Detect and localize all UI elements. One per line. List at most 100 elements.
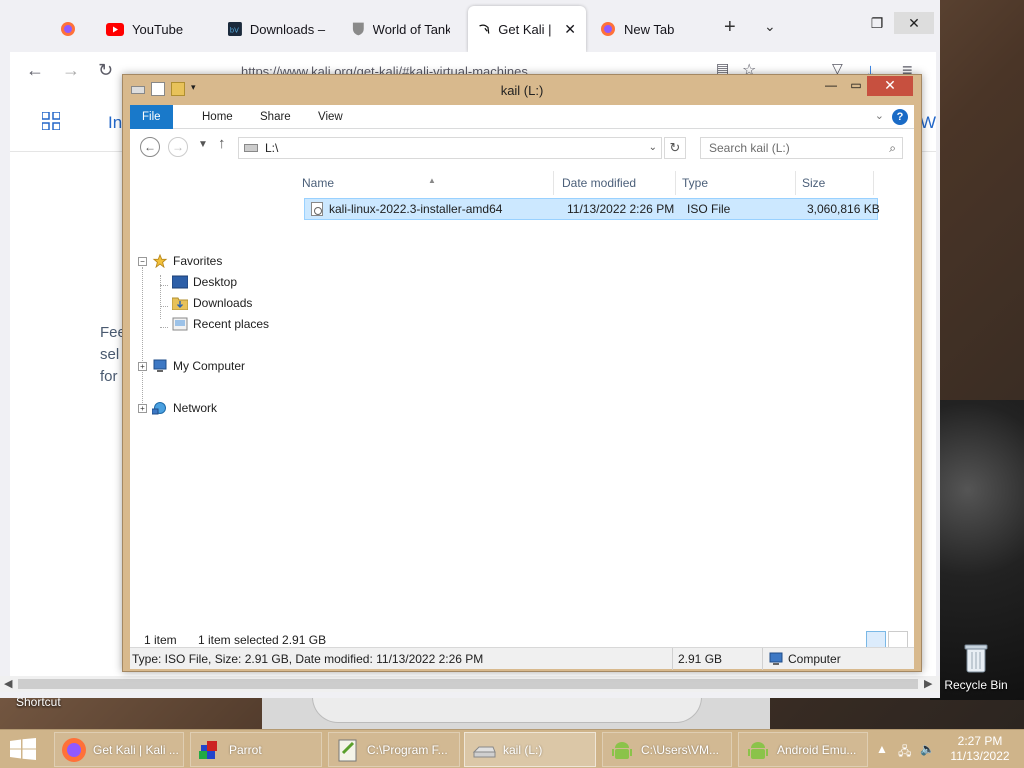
- tab-firefox[interactable]: [50, 6, 94, 52]
- start-button[interactable]: [0, 730, 48, 768]
- nav-favorites[interactable]: − Favorites: [138, 251, 222, 271]
- ff-restore-icon[interactable]: ❐: [862, 12, 892, 34]
- taskbar: Get Kali | Kali ... Parrot C:\Program F.…: [0, 729, 1024, 768]
- details-info: Type: ISO File, Size: 2.91 GB, Date modi…: [132, 652, 484, 666]
- ff-close-icon[interactable]: ✕: [894, 12, 934, 34]
- reload-icon[interactable]: ↻: [98, 60, 113, 81]
- downloads-folder-icon: [172, 297, 188, 310]
- search-placeholder: Search kail (L:): [709, 141, 790, 155]
- address-row: ← → ▼ ↑ L:\ ⌄ ↻ Search kail (L:) ⌕: [130, 129, 914, 165]
- column-header-size[interactable]: Size: [798, 171, 874, 195]
- minimize-icon[interactable]: —: [819, 76, 843, 96]
- taskbar-item-firefox[interactable]: Get Kali | Kali ...: [54, 732, 184, 767]
- recycle-bin[interactable]: Recycle Bin: [940, 642, 1012, 692]
- network-icon: [152, 402, 166, 415]
- back-arrow-icon[interactable]: ←: [26, 60, 44, 81]
- up-arrow-icon[interactable]: ↑: [218, 135, 226, 152]
- details-bar: Type: ISO File, Size: 2.91 GB, Date modi…: [130, 647, 914, 670]
- ribbon: File Home Share View ⌄ ?: [130, 105, 914, 129]
- taskbar-item-parrot[interactable]: Parrot: [190, 732, 322, 767]
- help-icon[interactable]: ?: [892, 109, 908, 125]
- tab-view[interactable]: View: [306, 105, 355, 129]
- address-dropdown-icon[interactable]: ⌄: [649, 138, 657, 158]
- tab-get-kali[interactable]: Get Kali | Kal ✕: [468, 6, 586, 52]
- taskbar-item-explorer[interactable]: kail (L:): [464, 732, 596, 767]
- ribbon-expand-chevron-icon[interactable]: ⌄: [875, 109, 884, 122]
- refresh-icon[interactable]: ↻: [664, 137, 686, 159]
- tab-downloads[interactable]: bV Downloads – B: [218, 6, 336, 52]
- new-tab-plus-icon[interactable]: +: [724, 16, 736, 39]
- site-nav-partial-right[interactable]: W: [920, 112, 936, 134]
- youtube-icon: [106, 22, 124, 36]
- back-circle-icon[interactable]: ←: [140, 137, 160, 157]
- navigation-pane: − Favorites Desktop Downloads Recent pla…: [130, 165, 298, 629]
- forward-circle-icon[interactable]: →: [168, 137, 188, 157]
- explorer-window: ▾ kail (L:) — ▭ ✕ File Home Share View ⌄…: [122, 74, 922, 672]
- tray-overflow-icon[interactable]: ▲: [876, 742, 888, 756]
- tab-world-of-tanks[interactable]: World of Tanks: [342, 6, 460, 52]
- svg-text:bV: bV: [230, 26, 239, 34]
- taskbar-item-cmd-android[interactable]: C:\Users\VM...: [602, 732, 732, 767]
- sort-up-icon: ▲: [428, 176, 436, 185]
- address-path: L:\: [265, 141, 279, 155]
- drive-icon: [244, 144, 258, 152]
- tab-new-tab[interactable]: New Tab: [590, 6, 710, 52]
- expand-icon[interactable]: +: [138, 403, 147, 413]
- explorer-body: − Favorites Desktop Downloads Recent pla…: [130, 165, 914, 629]
- explorer-titlebar[interactable]: ▾ kail (L:) — ▭ ✕: [123, 75, 921, 105]
- page-text-line: sel: [100, 346, 120, 363]
- volume-icon[interactable]: 🔈: [920, 742, 935, 756]
- collapse-icon[interactable]: −: [138, 256, 147, 266]
- firefox-icon: [61, 22, 75, 36]
- recent-places-icon: [172, 317, 188, 331]
- star-icon: [152, 254, 168, 268]
- tab-home[interactable]: Home: [190, 105, 245, 129]
- column-header-date[interactable]: Date modified: [558, 171, 676, 195]
- recent-locations-dropdown-icon[interactable]: ▼: [198, 139, 208, 150]
- network-tray-icon[interactable]: 🖧: [898, 742, 911, 763]
- clock-time: 2:27 PM: [957, 734, 1003, 748]
- address-bar[interactable]: L:\ ⌄: [238, 137, 662, 159]
- forward-arrow-icon[interactable]: →: [62, 60, 80, 81]
- item-count: 1 item: [144, 633, 177, 647]
- grid-menu-icon[interactable]: [42, 112, 60, 130]
- tab-share[interactable]: Share: [248, 105, 303, 129]
- maximize-icon[interactable]: ▭: [845, 76, 867, 96]
- taskbar-item-notepadpp[interactable]: C:\Program F...: [328, 732, 460, 767]
- nav-desktop[interactable]: Desktop: [172, 272, 237, 292]
- search-icon[interactable]: ⌕: [889, 138, 896, 158]
- scroll-thumb[interactable]: [18, 679, 918, 689]
- close-tab-icon[interactable]: ✕: [564, 21, 576, 38]
- clock[interactable]: 2:27 PM 11/13/2022: [940, 734, 1020, 764]
- blackview-icon: bV: [228, 22, 242, 36]
- recycle-bin-icon: [964, 644, 988, 673]
- column-header-type[interactable]: Type: [678, 171, 796, 195]
- file-list: Name ▲ Date modified Type Size kali-linu…: [298, 165, 914, 629]
- nav-recent-places[interactable]: Recent places: [172, 314, 269, 334]
- taskbar-item-android-emulator[interactable]: Android Emu...: [738, 732, 868, 767]
- page-text-line: for: [100, 368, 118, 385]
- computer-icon: [769, 652, 783, 665]
- horizontal-scrollbar[interactable]: ◀ ▶: [0, 676, 940, 692]
- nav-my-computer[interactable]: + My Computer: [138, 356, 245, 376]
- tab-youtube[interactable]: YouTube: [96, 6, 216, 52]
- site-nav-partial[interactable]: In: [108, 112, 122, 134]
- tab-strip: YouTube bV Downloads – B World of Tanks …: [0, 6, 940, 52]
- firefox-icon: [601, 22, 615, 36]
- nav-downloads[interactable]: Downloads: [172, 293, 252, 313]
- expand-icon[interactable]: +: [138, 361, 147, 371]
- details-location: Computer: [788, 652, 841, 666]
- notepadpp-icon: [338, 739, 357, 761]
- table-row[interactable]: kali-linux-2022.3-installer-amd64 11/13/…: [304, 198, 880, 220]
- computer-icon: [153, 359, 167, 372]
- wallpaper-device-area: [262, 697, 770, 731]
- tab-file[interactable]: File: [130, 105, 173, 129]
- list-tabs-chevron-icon[interactable]: ⌄: [764, 18, 776, 35]
- wot-shield-icon: [352, 22, 364, 36]
- close-window-icon[interactable]: ✕: [867, 76, 913, 96]
- search-input[interactable]: Search kail (L:) ⌕: [700, 137, 903, 159]
- nav-network[interactable]: + Network: [138, 398, 217, 418]
- scroll-left-icon[interactable]: ◀: [4, 676, 12, 692]
- scroll-right-icon[interactable]: ▶: [924, 676, 932, 692]
- column-header-name[interactable]: Name ▲: [298, 171, 554, 195]
